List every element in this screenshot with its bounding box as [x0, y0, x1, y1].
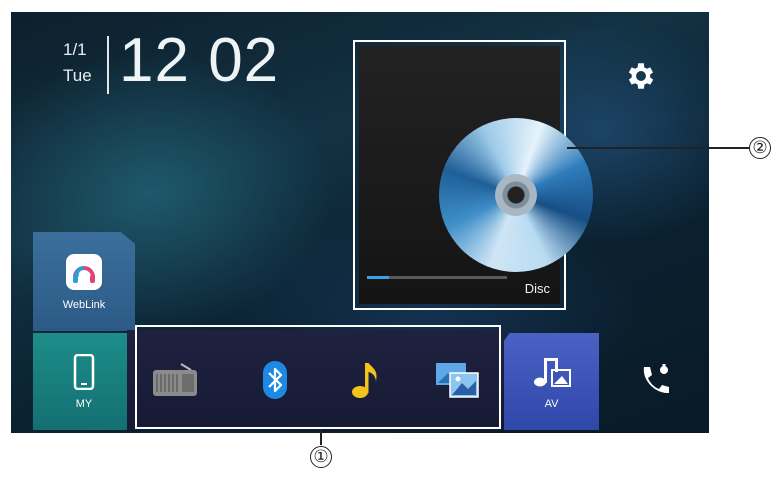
my-label: MY [75, 397, 93, 410]
callout-2-number: ② [749, 137, 771, 159]
playback-progress-fill [367, 276, 390, 279]
clock-time: 12 02 [119, 26, 280, 95]
av-source-icon [533, 357, 571, 387]
date-label: 1/1 [63, 40, 87, 59]
callout-1-number: ① [310, 446, 332, 468]
av-tile[interactable]: AV [504, 333, 599, 430]
weblink-label: WebLink [62, 298, 106, 311]
disc-hub [495, 174, 537, 216]
smartphone-icon [73, 353, 95, 390]
phone-button[interactable] [633, 358, 677, 402]
album-art-panel[interactable]: Disc [353, 40, 593, 310]
album-art: Disc [359, 46, 593, 304]
weblink-tile[interactable]: WebLink [33, 232, 135, 331]
av-label: AV [544, 397, 559, 410]
source-label: Disc [524, 281, 550, 296]
gear-icon [628, 63, 654, 89]
callout-1-leader [320, 429, 322, 445]
disc-icon [439, 118, 593, 272]
phone-icon [643, 364, 669, 394]
shortcut-bar-callout-frame [135, 325, 501, 429]
playback-progress-bar [367, 276, 507, 279]
settings-button[interactable] [623, 58, 659, 94]
date-divider [107, 36, 109, 94]
weekday-label: Tue [63, 66, 92, 85]
head-unit-screen: 1/1 Tue 12 02 Disc WebLink MY AV [11, 12, 709, 433]
my-tile[interactable]: MY [33, 333, 135, 430]
weblink-app-icon [66, 253, 102, 290]
callout-2-leader [567, 147, 749, 149]
